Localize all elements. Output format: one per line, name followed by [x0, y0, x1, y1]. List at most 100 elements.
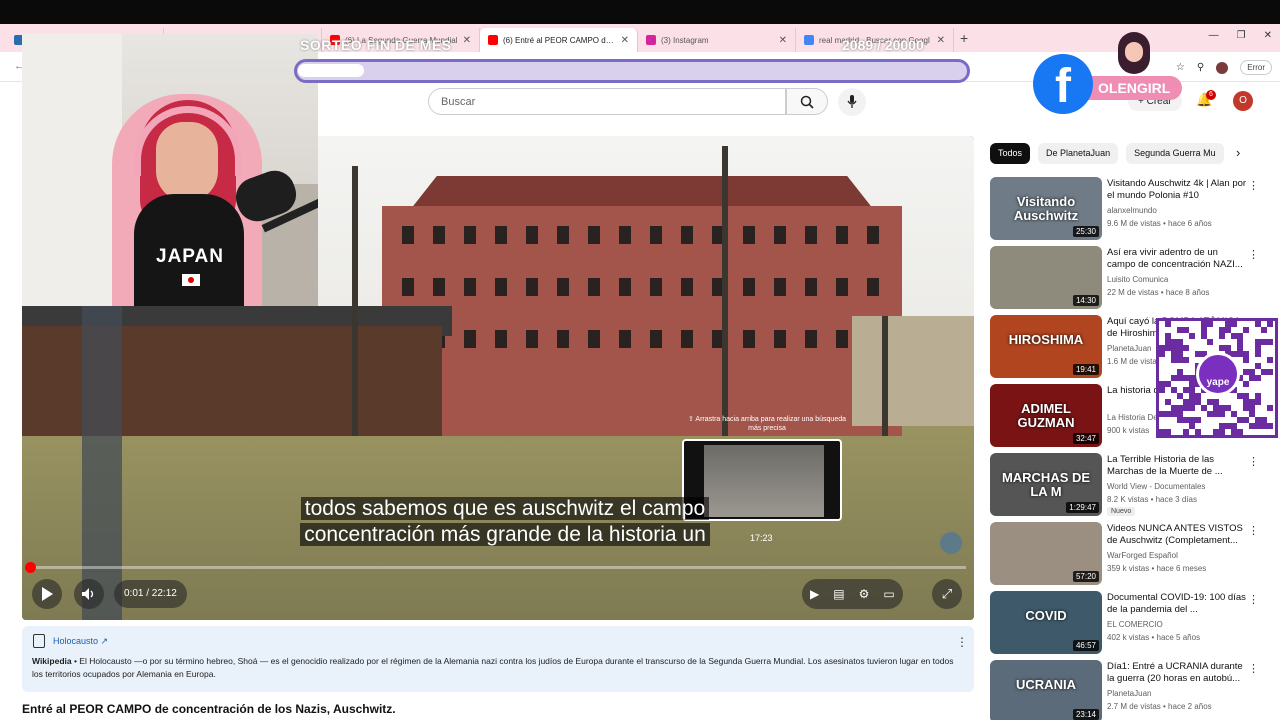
close-tab-icon[interactable]: ✕	[621, 35, 629, 46]
video-thumbnail[interactable]: 57:20	[990, 522, 1102, 585]
more-options-icon[interactable]: ⋮	[1248, 524, 1259, 537]
search-input[interactable]: Buscar	[428, 88, 786, 115]
progress-bar[interactable]	[30, 566, 966, 569]
video-foreground-post	[82, 296, 122, 620]
recommended-video[interactable]: Visitando Auschwitz 25:30 Visitando Ausc…	[990, 177, 1260, 241]
recommended-title[interactable]: Documental COVID-19: 100 días de la pand…	[1107, 592, 1247, 616]
filter-chip[interactable]: Todos	[990, 143, 1031, 164]
recommended-title[interactable]: Visitando Auschwitz 4k | Alan por el mun…	[1107, 178, 1247, 202]
recommended-title[interactable]: Día1: Entré a UCRANIA durante la guerra …	[1107, 661, 1247, 685]
filter-chip[interactable]: De PlanetaJuan	[1038, 143, 1119, 164]
filter-chips: Todos De PlanetaJuan Segunda Guerra Mu	[990, 143, 1224, 164]
channel-name[interactable]: EL COMERCIO	[1107, 620, 1163, 629]
error-pill[interactable]: Error	[1240, 60, 1272, 75]
autoplay-icon[interactable]: ▶	[810, 587, 819, 601]
star-icon[interactable]: ☆	[1176, 62, 1185, 73]
video-meta: 8.2 K vistas • hace 3 días	[1107, 495, 1197, 504]
duration-badge: 32:47	[1072, 433, 1099, 444]
recommended-video[interactable]: 57:20 Videos NUNCA ANTES VISTOS de Ausch…	[990, 522, 1260, 586]
progress-scrubber[interactable]	[25, 562, 36, 573]
duration-badge: 23:14	[1072, 709, 1099, 720]
thumbnail-text: UCRANIA	[1016, 677, 1076, 692]
channel-name[interactable]: La Historia De	[1107, 413, 1158, 422]
volume-button[interactable]	[74, 579, 104, 609]
more-options-icon[interactable]: ⋮	[1248, 593, 1259, 606]
more-options-icon[interactable]: ⋮	[1248, 179, 1259, 192]
search-button[interactable]	[786, 88, 828, 115]
video-thumbnail[interactable]: 14:30	[990, 246, 1102, 309]
browser-tab[interactable]: (3) Instagram ✕	[638, 28, 796, 52]
video-tree	[352, 166, 358, 436]
close-window-icon[interactable]: ✕	[1264, 30, 1272, 41]
play-button[interactable]	[32, 579, 62, 609]
info-body: • El Holocausto —o por su término hebreo…	[32, 656, 954, 679]
browser-tab[interactable]: (6) Entré al PEOR CAMPO de co ✕	[480, 28, 638, 52]
maximize-icon[interactable]: ❐	[1237, 30, 1246, 41]
new-tab-button[interactable]: +	[960, 30, 968, 46]
tab-favicon-icon	[488, 35, 498, 45]
fullscreen-button[interactable]: ⤢	[932, 579, 962, 609]
video-thumbnail[interactable]: UCRANIA 23:14	[990, 660, 1102, 720]
thumbnail-text: Visitando Auschwitz	[1013, 194, 1079, 223]
more-options-icon[interactable]: ⋮	[1248, 455, 1259, 468]
captions-icon[interactable]: ▤	[833, 587, 844, 601]
recommended-video[interactable]: 14:30 Así era vivir adentro de un campo …	[990, 246, 1260, 310]
subtitles: todos sabemos que es auschwitz el campo …	[270, 496, 740, 548]
mascot-avatar	[1118, 32, 1150, 74]
extensions-icon[interactable]: ⚲	[1197, 62, 1204, 73]
thumbnail-text: HIROSHIMA	[1008, 332, 1084, 347]
filter-chip[interactable]: Segunda Guerra Mu	[1126, 143, 1224, 164]
browser-toolbar-right: ☆ ⚲ Error	[1176, 60, 1272, 75]
recommended-video[interactable]: UCRANIA 23:14 Día1: Entré a UCRANIA dura…	[990, 660, 1260, 720]
top-black-bar	[0, 0, 1280, 24]
streamer-webcam: JAPAN	[22, 34, 318, 306]
video-meta: 2.7 M de vistas • hace 2 años	[1107, 702, 1212, 711]
channel-name[interactable]: PlanetaJuan	[1107, 689, 1151, 698]
profile-icon[interactable]	[1216, 61, 1229, 74]
minimize-icon[interactable]: —	[1209, 30, 1219, 41]
close-tab-icon[interactable]: ✕	[463, 35, 471, 46]
recommended-title[interactable]: Videos NUNCA ANTES VISTOS de Auschwitz (…	[1107, 523, 1247, 547]
document-icon	[33, 634, 45, 648]
recommended-title[interactable]: Así era vivir adentro de un campo de con…	[1107, 247, 1247, 271]
tab-title: (6) Entré al PEOR CAMPO de co	[503, 35, 617, 45]
fullscreen-icon: ⤢	[941, 586, 953, 601]
video-side-building	[852, 316, 974, 426]
video-thumbnail[interactable]: COVID 46:57	[990, 591, 1102, 654]
channel-name[interactable]: PlanetaJuan	[1107, 344, 1151, 353]
video-thumbnail[interactable]: Visitando Auschwitz 25:30	[990, 177, 1102, 240]
close-tab-icon[interactable]: ✕	[779, 35, 787, 46]
info-source: Wikipedia	[32, 656, 72, 666]
voice-search-button[interactable]	[838, 88, 866, 116]
goal-label: SORTEO FIN DE MES	[300, 37, 452, 53]
channel-name[interactable]: alanxelmundo	[1107, 206, 1157, 215]
theater-mode-icon[interactable]: ▭	[883, 587, 894, 601]
video-meta: 9.6 M de vistas • hace 6 años	[1107, 219, 1212, 228]
video-meta: 22 M de vistas • hace 8 años	[1107, 288, 1210, 297]
chevron-right-icon[interactable]: ›	[1236, 145, 1240, 160]
settings-gear-icon[interactable]: ⚙	[859, 587, 870, 601]
close-tab-icon[interactable]: ✕	[937, 35, 945, 46]
channel-name[interactable]: Luisito Comunica	[1107, 275, 1168, 284]
video-thumbnail[interactable]: MARCHAS DE LA M 1:29:47	[990, 453, 1102, 516]
microphone-icon	[847, 95, 857, 108]
channel-watermark[interactable]	[940, 532, 962, 554]
account-avatar[interactable]: O	[1233, 91, 1253, 111]
video-thumbnail[interactable]: ADIMEL GUZMAN 32:47	[990, 384, 1102, 447]
tab-favicon-icon	[804, 35, 814, 45]
more-options-icon[interactable]: ⋮	[956, 635, 968, 649]
video-building	[382, 206, 902, 436]
notification-badge: 6	[1206, 90, 1216, 100]
channel-name[interactable]: World View - Documentales	[1107, 482, 1205, 491]
play-icon	[42, 587, 53, 601]
thumbnail-text: MARCHAS DE LA M	[1001, 470, 1091, 499]
channel-name[interactable]: WarForged Español	[1107, 551, 1178, 560]
more-options-icon[interactable]: ⋮	[1248, 248, 1259, 261]
recommended-video[interactable]: COVID 46:57 Documental COVID-19: 100 día…	[990, 591, 1260, 655]
recommended-title[interactable]: La Terrible Historia de las Marchas de l…	[1107, 454, 1247, 478]
video-thumbnail[interactable]: HIROSHIMA 19:41	[990, 315, 1102, 378]
new-badge: Nuevo	[1107, 507, 1136, 516]
recommended-video[interactable]: MARCHAS DE LA M 1:29:47 La Terrible Hist…	[990, 453, 1260, 517]
more-options-icon[interactable]: ⋮	[1248, 662, 1259, 675]
info-panel-title[interactable]: Holocausto ↗	[53, 636, 108, 647]
